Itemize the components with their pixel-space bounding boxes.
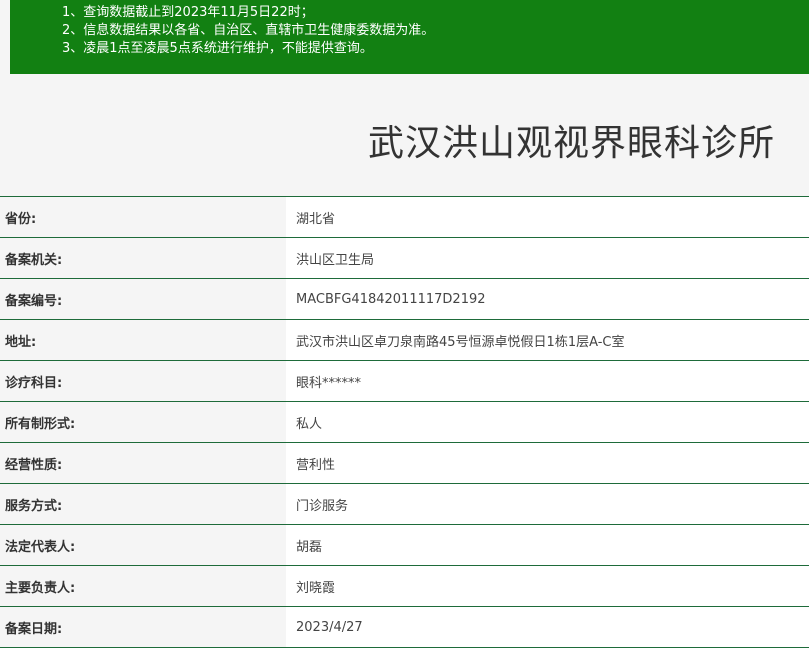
table-row: 诊疗科目: 眼科****** [0,361,809,402]
row-value: 私人 [286,402,809,442]
row-label: 经营性质: [0,443,286,483]
table-row: 地址: 武汉市洪山区卓刀泉南路45号恒源卓悦假日1栋1层A-C室 [0,320,809,361]
notice-line-3: 3、凌晨1点至凌晨5点系统进行维护，不能提供查询。 [62,41,373,56]
table-row: 备案编号: MACBFG41842011117D2192 [0,279,809,320]
row-label: 备案日期: [0,607,286,647]
row-label: 所有制形式: [0,402,286,442]
row-label: 服务方式: [0,484,286,524]
row-value: 湖北省 [286,197,809,237]
row-label: 地址: [0,320,286,360]
row-value: 营利性 [286,443,809,483]
row-value: 胡磊 [286,525,809,565]
row-value: 门诊服务 [286,484,809,524]
row-label: 备案机关: [0,238,286,278]
row-value: 刘晓霞 [286,566,809,606]
row-value: 洪山区卫生局 [286,238,809,278]
notice-line-1: 1、查询数据截止到2023年11月5日22时； [62,5,314,20]
table-row: 备案机关: 洪山区卫生局 [0,238,809,279]
notice-banner: 1、查询数据截止到2023年11月5日22时； 2、信息数据结果以各省、自治区、… [10,0,809,74]
notice-line-2: 2、信息数据结果以各省、自治区、直辖市卫生健康委数据为准。 [62,23,435,38]
table-row: 经营性质: 营利性 [0,443,809,484]
row-label: 备案编号: [0,279,286,319]
table-row: 服务方式: 门诊服务 [0,484,809,525]
row-value: MACBFG41842011117D2192 [286,279,809,319]
table-row: 备案日期: 2023/4/27 [0,607,809,648]
table-row: 法定代表人: 胡磊 [0,525,809,566]
row-label: 省份: [0,197,286,237]
info-table: 省份: 湖北省 备案机关: 洪山区卫生局 备案编号: MACBFG4184201… [0,196,809,648]
row-value: 眼科****** [286,361,809,401]
row-label: 主要负责人: [0,566,286,606]
row-label: 法定代表人: [0,525,286,565]
page-title: 武汉洪山观视界眼科诊所 [367,123,775,164]
row-label: 诊疗科目: [0,361,286,401]
row-value: 武汉市洪山区卓刀泉南路45号恒源卓悦假日1栋1层A-C室 [286,320,809,360]
table-row: 省份: 湖北省 [0,197,809,238]
row-value: 2023/4/27 [286,607,809,647]
table-row: 所有制形式: 私人 [0,402,809,443]
table-row: 主要负责人: 刘晓霞 [0,566,809,607]
